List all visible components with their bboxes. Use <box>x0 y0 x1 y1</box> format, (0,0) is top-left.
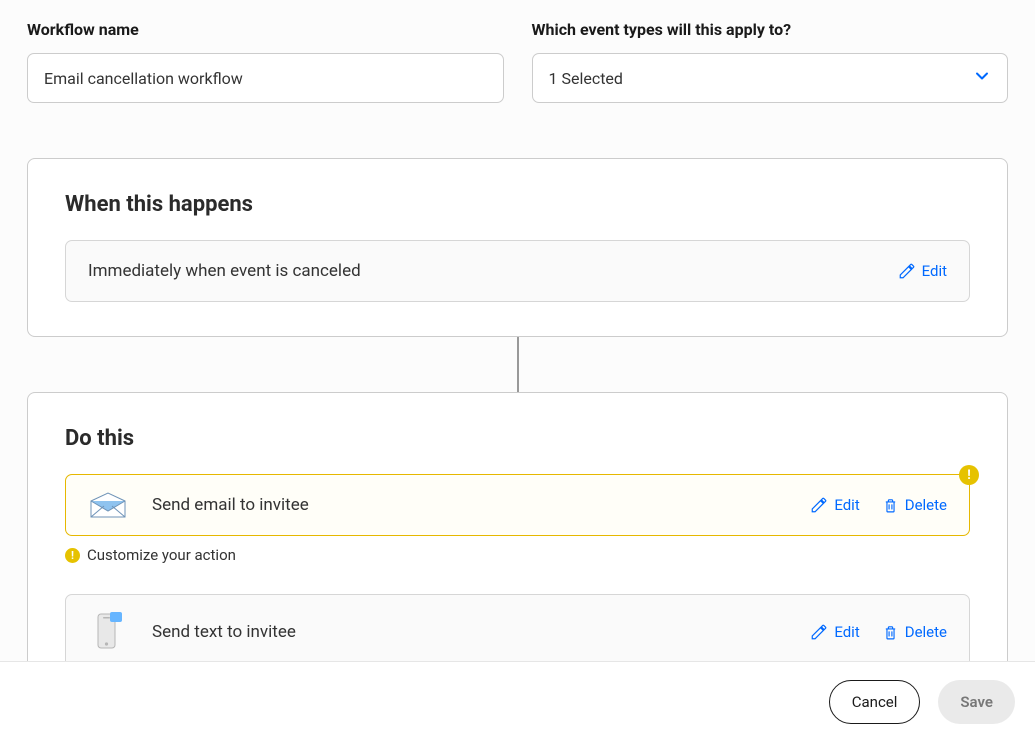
customize-action-hint[interactable]: ! Customize your action <box>65 546 970 564</box>
action-label: Send email to invitee <box>152 495 309 515</box>
warning-dot-icon: ! <box>65 548 80 563</box>
trigger-box: Immediately when event is canceled Edit <box>65 240 970 302</box>
action-send-email: Send email to invitee Edit Delete ! <box>65 474 970 536</box>
workflow-name-input[interactable] <box>27 53 504 103</box>
edit-label: Edit <box>834 623 859 641</box>
trigger-edit-button[interactable]: Edit <box>898 262 947 280</box>
action-left: Send email to invitee <box>88 491 309 519</box>
warning-badge-icon: ! <box>959 465 979 485</box>
action-right: Edit Delete <box>810 496 947 514</box>
save-button[interactable]: Save <box>938 680 1015 724</box>
email-icon <box>88 491 128 519</box>
workflow-name-group: Workflow name <box>27 20 504 103</box>
delete-label: Delete <box>905 623 947 641</box>
trigger-edit-label: Edit <box>922 262 947 280</box>
flow-connector <box>517 337 519 392</box>
action-delete-button[interactable]: Delete <box>882 623 947 641</box>
action-edit-button[interactable]: Edit <box>810 623 859 641</box>
edit-label: Edit <box>834 496 859 514</box>
action-send-text: Send text to invitee Edit Delete <box>65 594 970 670</box>
actions-section-title: Do this <box>65 426 970 451</box>
event-types-group: Which event types will this apply to? 1 … <box>532 20 1009 103</box>
action-left: Send text to invitee <box>88 611 296 653</box>
actions-card: Do this Send email to invitee Edit Delet… <box>27 392 1008 672</box>
trash-icon <box>882 624 899 641</box>
action-delete-button[interactable]: Delete <box>882 496 947 514</box>
top-fields-row: Workflow name Which event types will thi… <box>27 20 1008 103</box>
footer-bar: Cancel Save <box>0 661 1035 741</box>
cancel-button[interactable]: Cancel <box>829 680 921 724</box>
event-types-label: Which event types will this apply to? <box>532 20 1009 39</box>
event-types-selected-text: 1 Selected <box>549 69 623 88</box>
workflow-name-label: Workflow name <box>27 20 504 39</box>
action-label: Send text to invitee <box>152 622 296 642</box>
event-types-select-wrap: 1 Selected <box>532 53 1009 103</box>
action-right: Edit Delete <box>810 623 947 641</box>
action-edit-button[interactable]: Edit <box>810 496 859 514</box>
workflow-editor: Workflow name Which event types will thi… <box>0 0 1035 672</box>
trigger-section-title: When this happens <box>65 192 970 217</box>
delete-label: Delete <box>905 496 947 514</box>
customize-hint-text: Customize your action <box>87 546 236 564</box>
pencil-icon <box>898 262 916 280</box>
trash-icon <box>882 497 899 514</box>
trigger-description: Immediately when event is canceled <box>88 261 361 281</box>
trigger-card: When this happens Immediately when event… <box>27 158 1008 337</box>
event-types-select[interactable]: 1 Selected <box>532 53 1009 103</box>
phone-text-icon <box>88 611 128 653</box>
pencil-icon <box>810 623 828 641</box>
pencil-icon <box>810 496 828 514</box>
